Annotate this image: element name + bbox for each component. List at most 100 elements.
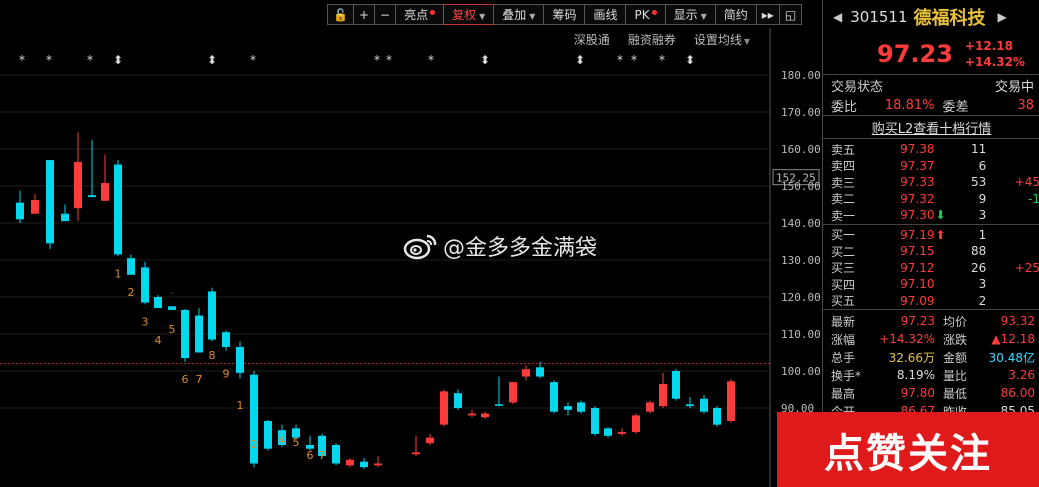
overlay-button[interactable]: 叠加 ▼ bbox=[493, 4, 545, 25]
star-marker-icon[interactable]: * bbox=[87, 53, 93, 67]
candle-body[interactable] bbox=[632, 415, 640, 433]
candle-body[interactable] bbox=[646, 402, 654, 412]
ask-row[interactable]: 卖三 97.33 53 +45 bbox=[823, 174, 1039, 191]
kline-chart-area[interactable]: 180.00 170.00 160.00 152.25 150.00 140.00 130.… bbox=[0, 0, 820, 487]
ask-row[interactable]: 卖四 97.37 6 bbox=[823, 158, 1039, 175]
candle-body[interactable] bbox=[468, 413, 476, 416]
updown-marker-icon[interactable]: ⬍ bbox=[480, 53, 490, 67]
zoom-out-button[interactable]: − bbox=[374, 4, 397, 25]
pk-button[interactable]: PK bbox=[625, 4, 666, 25]
star-marker-icon[interactable]: * bbox=[19, 53, 25, 67]
bid-row[interactable]: 买三 97.12 26 +25 bbox=[823, 260, 1039, 277]
candle-body[interactable] bbox=[74, 161, 82, 209]
star-marker-icon[interactable]: * bbox=[374, 53, 380, 67]
ma-setting-button[interactable]: 设置均线 ▼ bbox=[694, 31, 750, 48]
candle-body[interactable] bbox=[412, 452, 420, 455]
candle-body[interactable] bbox=[591, 408, 599, 434]
candle-body[interactable] bbox=[114, 164, 122, 255]
candle-body[interactable] bbox=[31, 200, 39, 214]
candle-body[interactable] bbox=[618, 432, 626, 434]
candle-body[interactable] bbox=[264, 420, 272, 449]
candle-body[interactable] bbox=[564, 406, 572, 410]
updown-marker-icon[interactable]: ⬍ bbox=[113, 53, 123, 67]
candle-body[interactable] bbox=[522, 369, 530, 377]
candle-body[interactable] bbox=[426, 437, 434, 444]
star-marker-icon[interactable]: * bbox=[617, 53, 623, 67]
candle-body[interactable] bbox=[16, 202, 24, 220]
lock-icon[interactable]: 🔓 bbox=[327, 4, 354, 25]
bid-label: 买四 bbox=[831, 277, 856, 292]
ask-row[interactable]: 卖五 97.38 11 bbox=[823, 141, 1039, 158]
candle-body[interactable] bbox=[440, 391, 448, 425]
bid-label: 买五 bbox=[831, 294, 856, 309]
star-marker-icon[interactable]: * bbox=[631, 53, 637, 67]
star-marker-icon[interactable]: * bbox=[46, 53, 52, 67]
bid-row[interactable]: 买二 97.15 88 bbox=[823, 243, 1039, 260]
candle-body[interactable] bbox=[236, 346, 244, 373]
star-marker-icon[interactable]: * bbox=[659, 53, 665, 67]
star-marker-icon[interactable]: * bbox=[428, 53, 434, 67]
adjust-button[interactable]: 复权 ▼ bbox=[443, 4, 495, 25]
candle-body[interactable] bbox=[208, 291, 216, 340]
candle-body[interactable] bbox=[141, 267, 149, 303]
candle-body[interactable] bbox=[550, 382, 558, 412]
bid-row[interactable]: 买四 97.10 3 bbox=[823, 276, 1039, 293]
bid-book: 买一 97.19 ⬆ 1 买二 97.15 88 买三 97.12 26 +25 买四 97.10 3 买五… bbox=[823, 225, 1039, 310]
candle-body[interactable] bbox=[168, 306, 176, 310]
chart-toolbar: 🔓 + − 亮点 复权 ▼ 叠加 ▼ 筹码 画线 PK 显示 ▼ 简约 ▸▸ ◱ bbox=[327, 4, 803, 25]
candle-body[interactable] bbox=[454, 393, 462, 408]
candle-body[interactable] bbox=[713, 408, 721, 425]
candle-body[interactable] bbox=[481, 413, 489, 418]
candle-body[interactable] bbox=[659, 383, 667, 407]
candle-body[interactable] bbox=[195, 315, 203, 353]
bid-row[interactable]: 买一 97.19 ⬆ 1 bbox=[823, 227, 1039, 244]
draw-button[interactable]: 画线 bbox=[584, 4, 627, 25]
margin-trading-link[interactable]: 融资融券 bbox=[628, 31, 676, 48]
chips-button[interactable]: 筹码 bbox=[543, 4, 586, 25]
candle-body[interactable] bbox=[495, 404, 503, 406]
candle-body[interactable] bbox=[360, 461, 368, 468]
stat-value: 97.23 bbox=[900, 314, 935, 328]
candle-body[interactable] bbox=[700, 398, 708, 412]
candle-body[interactable] bbox=[127, 258, 135, 275]
candle-body[interactable] bbox=[61, 213, 69, 222]
ask-row[interactable]: 卖一 97.30 ⬇ 3 bbox=[823, 207, 1039, 224]
candle-body[interactable] bbox=[536, 367, 544, 377]
next-stock-icon[interactable]: ▶ bbox=[998, 10, 1007, 24]
updown-marker-icon[interactable]: ⬍ bbox=[685, 53, 695, 67]
candle-body[interactable] bbox=[604, 428, 612, 436]
candle-body[interactable] bbox=[346, 459, 354, 466]
candle-body[interactable] bbox=[222, 332, 230, 347]
display-button[interactable]: 显示 ▼ bbox=[664, 4, 716, 25]
candle-body[interactable] bbox=[46, 160, 54, 244]
prev-stock-icon[interactable]: ◀ bbox=[833, 10, 842, 24]
simple-button[interactable]: 简约 bbox=[714, 4, 757, 25]
forward-icon[interactable]: ▸▸ bbox=[755, 4, 780, 25]
candle-body[interactable] bbox=[154, 297, 162, 309]
expand-icon[interactable]: ◱ bbox=[778, 4, 803, 25]
candle-body[interactable] bbox=[181, 309, 189, 359]
stat-label: 最低 bbox=[943, 386, 968, 401]
candle-body[interactable] bbox=[672, 371, 680, 399]
highlight-button[interactable]: 亮点 bbox=[395, 4, 445, 25]
candle-body[interactable] bbox=[332, 445, 340, 464]
candle-body[interactable] bbox=[374, 463, 382, 466]
bid-row[interactable]: 买五 97.09 2 bbox=[823, 293, 1039, 310]
caret-down-icon: ▼ bbox=[479, 12, 486, 21]
candle-body[interactable] bbox=[727, 381, 735, 421]
candle-body[interactable] bbox=[577, 402, 585, 412]
zoom-in-button[interactable]: + bbox=[352, 4, 376, 25]
deep-connect-link[interactable]: 深股通 bbox=[574, 31, 610, 48]
candle-body[interactable] bbox=[101, 183, 109, 201]
candle-body[interactable] bbox=[509, 382, 517, 403]
stat-value: 97.80 bbox=[900, 386, 935, 400]
ask-row[interactable]: 卖二 97.32 9 -1 bbox=[823, 191, 1039, 208]
l2-purchase-link[interactable]: 购买L2查看十档行情 bbox=[823, 116, 1039, 138]
updown-marker-icon[interactable]: ⬍ bbox=[207, 53, 217, 67]
star-marker-icon[interactable]: * bbox=[250, 53, 256, 67]
updown-marker-icon[interactable]: ⬍ bbox=[575, 53, 585, 67]
td-sequence-label: 8 bbox=[209, 349, 216, 362]
candle-body[interactable] bbox=[686, 404, 694, 407]
star-marker-icon[interactable]: * bbox=[386, 53, 392, 67]
candle-body[interactable] bbox=[88, 195, 96, 198]
